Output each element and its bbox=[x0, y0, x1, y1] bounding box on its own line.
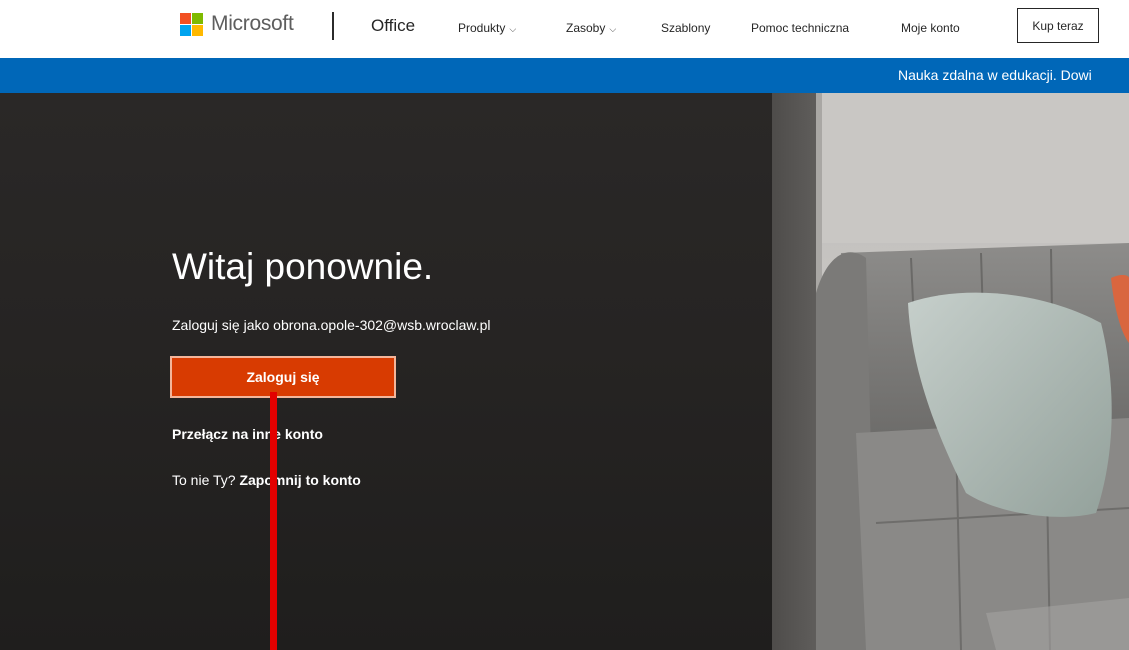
nav-item-moje-konto[interactable]: Moje konto bbox=[901, 21, 960, 35]
buy-now-button[interactable]: Kup teraz bbox=[1017, 8, 1099, 43]
nav-item-label: Moje konto bbox=[901, 21, 960, 35]
nav-item-label: Produkty bbox=[458, 21, 506, 35]
logo-square-yellow bbox=[192, 25, 203, 36]
top-navigation: Microsoft Office Produkty ⌵ Zasoby ⌵ Szabl… bbox=[0, 0, 1129, 58]
announcement-banner: Nauka zdalna w edukacji. Dowi bbox=[0, 58, 1129, 93]
logo-square-green bbox=[192, 13, 203, 24]
office-product-link[interactable]: Office bbox=[371, 16, 415, 36]
page-title: Witaj ponownie. bbox=[172, 246, 434, 287]
nav-item-pomoc-techniczna[interactable]: Pomoc techniczna bbox=[751, 21, 849, 35]
hero-section: Witaj ponownie. Zaloguj się jako obrona.… bbox=[0, 93, 1129, 650]
microsoft-brand-link[interactable]: Microsoft bbox=[211, 12, 294, 36]
nav-item-label: Zasoby bbox=[566, 21, 606, 35]
switch-account-link[interactable]: Przełącz na inne konto bbox=[172, 426, 323, 442]
not-you-label: To nie Ty? bbox=[172, 472, 236, 488]
banner-link[interactable]: Nauka zdalna w edukacji. Dowi bbox=[898, 67, 1092, 83]
nav-item-label: Szablony bbox=[661, 21, 711, 35]
forget-account-link[interactable]: Zapomnij to konto bbox=[239, 472, 360, 488]
chevron-down-icon: ⌵ bbox=[509, 24, 517, 34]
not-you-line: To nie Ty? Zapomnij to konto bbox=[172, 472, 361, 488]
account-subtitle: Zaloguj się jako obrona.opole-302@wsb.wr… bbox=[172, 317, 491, 333]
sofa-photo-image bbox=[816, 93, 1129, 650]
chevron-down-icon: ⌵ bbox=[609, 24, 617, 34]
microsoft-logo-icon[interactable] bbox=[180, 13, 204, 37]
nav-item-zasoby[interactable]: Zasoby ⌵ bbox=[566, 21, 616, 35]
logo-square-red bbox=[180, 13, 191, 24]
nav-item-label: Pomoc techniczna bbox=[751, 21, 850, 35]
brand-divider bbox=[332, 12, 334, 40]
nav-item-produkty[interactable]: Produkty ⌵ bbox=[458, 21, 516, 35]
nav-item-szablony[interactable]: Szablony bbox=[661, 21, 710, 35]
logo-square-blue bbox=[180, 25, 191, 36]
sign-in-button[interactable]: Zaloguj się bbox=[170, 356, 396, 398]
hero-photo-panel bbox=[816, 93, 1129, 650]
hero-wall-strip bbox=[772, 93, 816, 650]
annotation-arrow-marker bbox=[270, 392, 277, 650]
